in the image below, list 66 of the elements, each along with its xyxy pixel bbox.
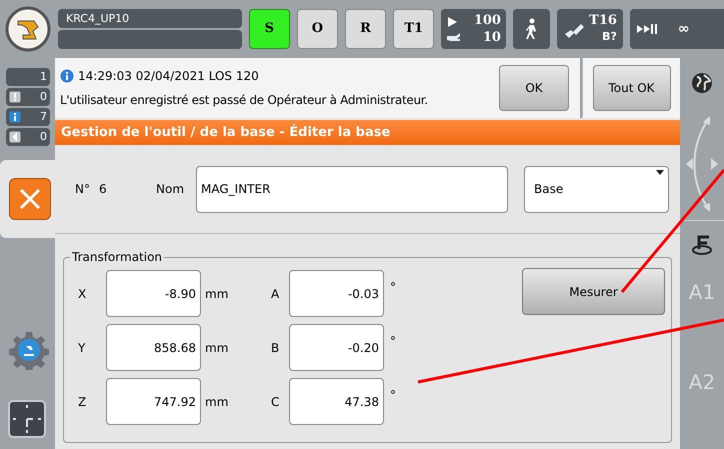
message-counter[interactable]: 1 [6,68,50,86]
jog-override: 10 [482,29,501,46]
message-counter[interactable]: 0 [6,128,50,146]
number-value: 6 [99,181,108,198]
value-field[interactable]: 47.38 [289,378,384,425]
play-icon [446,16,458,28]
close-icon [18,187,42,211]
axis-label: Y [78,340,86,356]
unit-label: mm [204,394,230,410]
message-counter[interactable]: 0 [6,88,50,106]
counter-value: 1 [40,68,47,85]
unit-label: mm [204,286,230,302]
counter-value: 0 [40,128,47,145]
axis-label: Z [78,394,88,410]
value-field[interactable]: 858.68 [106,324,201,371]
counter-value: 7 [40,108,47,125]
value-field[interactable]: 747.92 [106,378,201,425]
caret-icon [656,170,664,174]
mode-button[interactable]: R [345,9,386,49]
unit-label: ° [389,279,396,296]
axis-label: C [271,394,280,410]
gear-icon[interactable] [9,330,49,370]
message-counter[interactable]: 7 [6,108,50,126]
info-icon [9,111,21,123]
axis-label: A [271,286,280,302]
info-icon [60,69,74,83]
mode-button[interactable]: O [296,9,338,49]
program-override: 100 [474,12,501,29]
axis-label: B [271,340,280,356]
jog-direction-icon[interactable] [684,116,720,212]
message-header: 14:29:03 02/04/2021 LOS 120 [78,68,259,85]
close-button[interactable] [9,178,51,220]
base-number: B? [602,29,617,45]
value-field[interactable]: -0.03 [289,270,384,317]
tool-base-display[interactable]: T16 B? [557,9,623,49]
jog-mode-button[interactable] [512,9,550,49]
walking-person-icon [524,18,539,40]
robot-name-field: KRC4_UP10 [58,9,242,28]
mode-button[interactable]: T1 [393,9,434,49]
ok-all-button[interactable]: Tout OK [592,65,670,111]
unit-label: ° [389,387,396,404]
override-display[interactable]: 100 10 [441,9,506,49]
mode-button[interactable]: S [248,9,290,49]
axis-label: X [78,286,88,302]
type-dropdown[interactable]: Base [524,166,669,212]
name-field[interactable]: MAG_INTER [196,166,508,212]
increment-display[interactable]: ∞ [630,9,724,49]
value-field[interactable]: -0.20 [289,324,384,371]
tool-number: T16 [589,13,617,29]
warning-icon [9,91,21,103]
message-text: L'utilisateur enregistré est passé de Opérateur à Administrateur. [60,92,428,109]
unit-label: mm [204,340,230,356]
number-label: N° [75,181,91,198]
name-label: Nom [156,181,186,198]
base-frame-icon[interactable] [691,233,713,255]
measure-button[interactable]: Mesurer [522,268,665,315]
dialog-icon [9,131,21,143]
increment-value: ∞ [678,20,690,38]
robot-logo-icon[interactable] [5,6,51,52]
counter-value: 0 [40,88,47,105]
ok-button[interactable]: OK [499,65,569,111]
page-title: Gestion de l'outil / de la base - Éditer la base [55,120,680,145]
unit-label: ° [389,333,396,350]
value-field[interactable]: -8.90 [106,270,201,317]
clock-icon[interactable] [8,400,46,438]
increment-icon [636,23,658,35]
